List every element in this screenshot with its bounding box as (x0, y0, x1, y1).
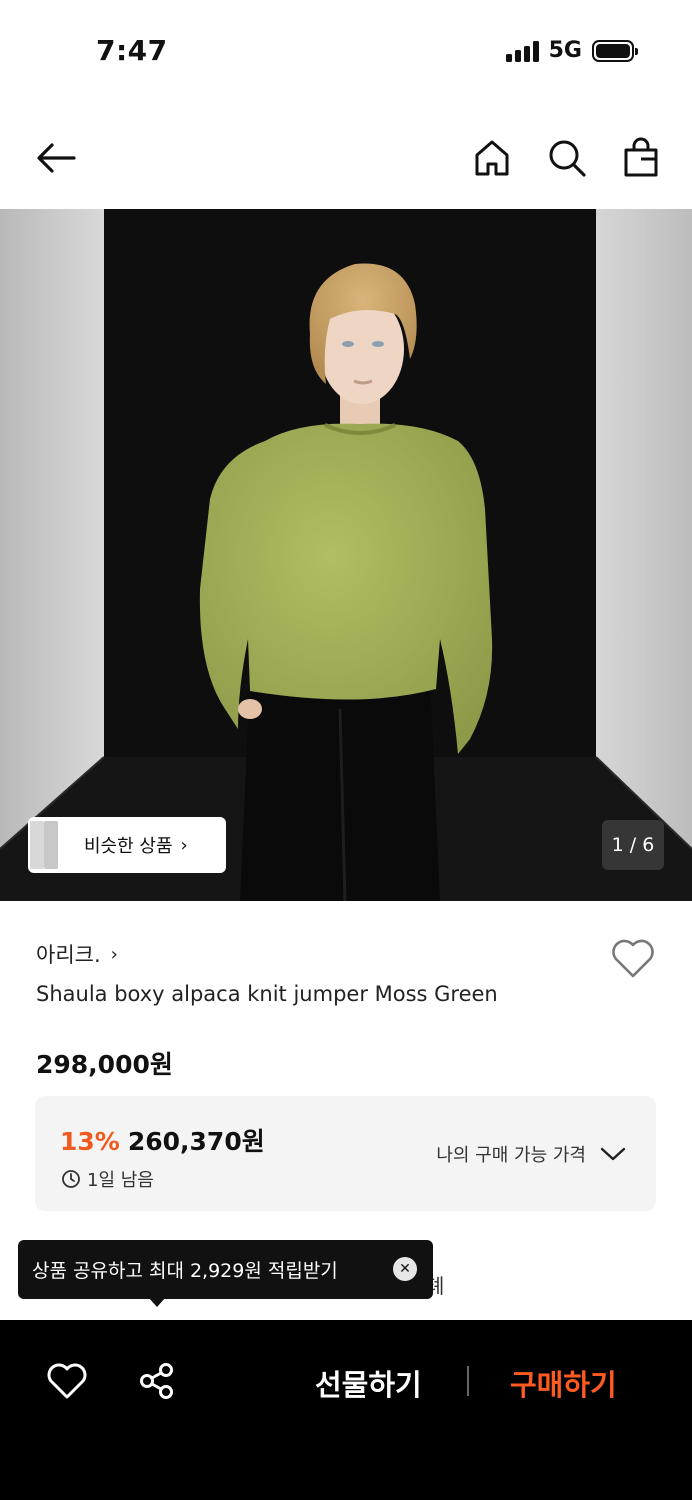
discount-row: 13% 260,370원 (60, 1122, 265, 1158)
time-left: 1일 남음 (61, 1166, 154, 1192)
heart-icon[interactable] (46, 1362, 88, 1400)
divider (467, 1366, 469, 1396)
discount-price: 260,370원 (127, 1127, 265, 1156)
home-icon[interactable] (470, 136, 514, 180)
chevron-right-icon: › (110, 943, 118, 965)
discount-rate: 13% (60, 1127, 120, 1156)
status-time: 7:47 (96, 34, 168, 67)
similar-products-button[interactable]: 비슷한 상품 › (28, 817, 226, 873)
tooltip-text: 상품 공유하고 최대 2,929원 적립받기 (32, 1260, 338, 1282)
heart-icon[interactable] (610, 937, 656, 979)
shopping-bag-icon[interactable] (619, 136, 663, 180)
back-arrow-icon[interactable] (34, 136, 78, 180)
signal-icon (505, 40, 539, 62)
similar-thumbnail (28, 817, 62, 873)
my-price-label: 나의 구매 가능 가격 (436, 1145, 586, 1166)
search-icon[interactable] (545, 136, 589, 180)
buy-button[interactable]: 구매하기 (510, 1362, 617, 1404)
bottom-action-bar: 선물하기 구매하기 (0, 1320, 692, 1500)
brand-link[interactable]: 아리크. › (36, 939, 118, 969)
status-bar: 7:47 5G (0, 0, 692, 100)
battery-icon (592, 39, 638, 62)
product-photo (0, 209, 692, 901)
my-price-toggle[interactable]: 나의 구매 가능 가격 (436, 1141, 626, 1167)
clock-icon (62, 1170, 80, 1188)
share-reward-tooltip: 상품 공유하고 최대 2,929원 적립받기 ✕ (18, 1240, 433, 1299)
tooltip-arrow (148, 1297, 166, 1307)
network-label: 5G (548, 38, 582, 63)
product-image[interactable] (0, 209, 692, 901)
similar-products-label: 비슷한 상품 (84, 836, 173, 857)
brand-name: 아리크. (36, 943, 101, 967)
original-price: 298,000원 (36, 1050, 173, 1079)
discount-price-box[interactable]: 13% 260,370원 1일 남음 나의 구매 가능 가격 (35, 1096, 656, 1211)
top-nav (0, 118, 692, 198)
chevron-down-icon (600, 1147, 626, 1161)
product-name: Shaula boxy alpaca knit jumper Moss Gree… (36, 982, 498, 1006)
gift-button[interactable]: 선물하기 (315, 1362, 422, 1404)
image-page-counter: 1 / 6 (602, 820, 664, 870)
share-icon[interactable] (138, 1362, 176, 1400)
chevron-right-icon: › (180, 834, 188, 856)
close-icon[interactable]: ✕ (393, 1257, 417, 1281)
time-left-label: 1일 남음 (87, 1170, 154, 1191)
status-indicators: 5G (505, 38, 638, 63)
